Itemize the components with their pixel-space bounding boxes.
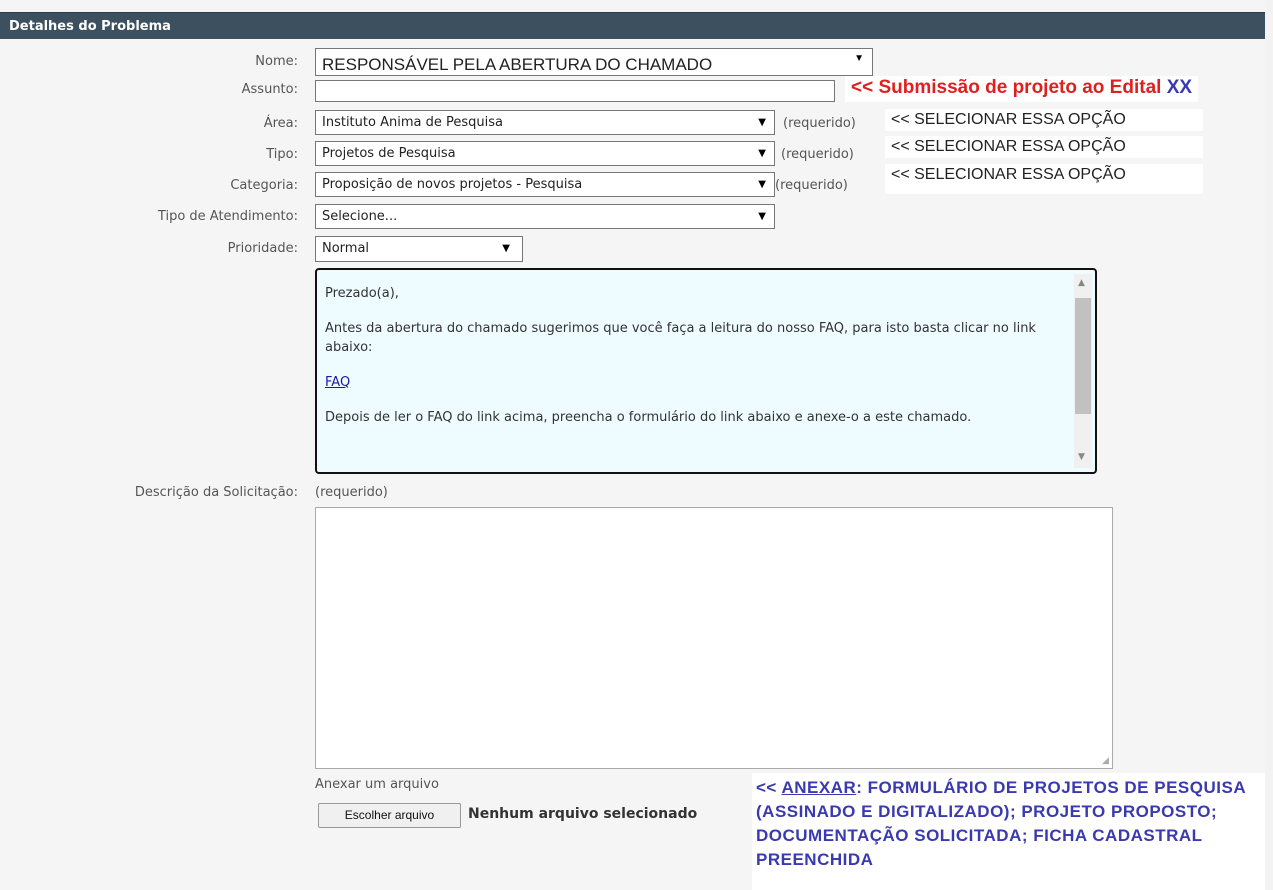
chevron-down-icon: ▼ [758,117,766,128]
nome-select[interactable]: RESPONSÁVEL PELA ABERTURA DO CHAMADO ▼ [315,48,873,76]
scroll-thumb[interactable] [1075,298,1091,414]
descricao-required: (requerido) [315,485,388,500]
area-required: (requerido) [783,116,856,131]
scroll-up-icon[interactable]: ▲ [1078,278,1085,288]
categoria-select[interactable]: Proposição de novos projetos - Pesquisa … [315,172,775,197]
faq-scrollbar[interactable]: ▲ ▼ [1074,274,1092,468]
chevron-down-icon: ▼ [502,243,510,254]
tipo-required: (requerido) [781,147,854,162]
tipo-select[interactable]: Projetos de Pesquisa ▼ [315,141,775,166]
tipo-atendimento-value: Selecione... [322,209,398,224]
anexar-annotation: << ANEXAR: FORMULÁRIO DE PROJETOS DE PES… [752,773,1265,890]
area-value: Instituto Anima de Pesquisa [322,115,503,130]
file-status: Nenhum arquivo selecionado [468,806,698,822]
choose-file-button[interactable]: Escolher arquivo [318,803,461,828]
anexar-link: ANEXAR [781,778,857,797]
scroll-down-icon[interactable]: ▼ [1078,452,1085,462]
assunto-input[interactable] [315,80,835,102]
area-annotation: << SELECIONAR ESSA OPÇÃO [885,109,1203,131]
prioridade-select[interactable]: Normal ▼ [315,236,523,262]
prioridade-value: Normal [322,241,370,256]
chevron-down-icon: ▼ [758,148,766,159]
categoria-required: (requerido) [775,178,848,193]
nome-label: Nome: [255,54,298,69]
edital-placeholder: XX [1166,77,1193,98]
chevron-down-icon: ▼ [758,211,766,222]
tipo-annotation: << SELECIONAR ESSA OPÇÃO [885,136,1203,158]
panel-header: Detalhes do Problema [0,12,1265,39]
assunto-label: Assunto: [241,82,298,97]
nome-value: RESPONSÁVEL PELA ABERTURA DO CHAMADO [322,55,713,74]
faq-text: Prezado(a), Antes da abertura do chamado… [325,270,1065,427]
faq-after: Depois de ler o FAQ do link acima, preen… [325,410,972,425]
tipo-atendimento-label: Tipo de Atendimento: [157,209,298,224]
categoria-annotation: << SELECIONAR ESSA OPÇÃO [885,164,1203,194]
assunto-annotation-text: << Submissão de projeto ao Edital [851,77,1167,98]
chevron-down-icon: ▼ [854,53,864,64]
faq-greeting: Prezado(a), [325,286,399,301]
faq-info-box[interactable]: Prezado(a), Antes da abertura do chamado… [315,268,1097,474]
faq-intro: Antes da abertura do chamado sugerimos q… [325,321,1036,355]
faq-link[interactable]: FAQ [325,375,350,390]
area-select[interactable]: Instituto Anima de Pesquisa ▼ [315,110,775,135]
area-label: Área: [263,116,298,131]
problem-details-panel: Detalhes do Problema Nome: RESPONSÁVEL P… [0,0,1265,890]
tipo-label: Tipo: [266,147,298,162]
assunto-annotation: << Submissão de projeto ao Edital XX [845,76,1199,102]
categoria-label: Categoria: [230,178,298,193]
anexo-label: Anexar um arquivo [315,777,439,792]
categoria-value: Proposição de novos projetos - Pesquisa [322,177,583,192]
prioridade-label: Prioridade: [227,241,298,256]
descricao-label: Descrição da Solicitação: [134,485,298,500]
descricao-textarea[interactable] [315,507,1113,769]
anexar-prefix: << [756,778,782,797]
tipo-atendimento-select[interactable]: Selecione... ▼ [315,204,775,229]
chevron-down-icon: ▼ [758,179,766,190]
tipo-value: Projetos de Pesquisa [322,146,456,161]
